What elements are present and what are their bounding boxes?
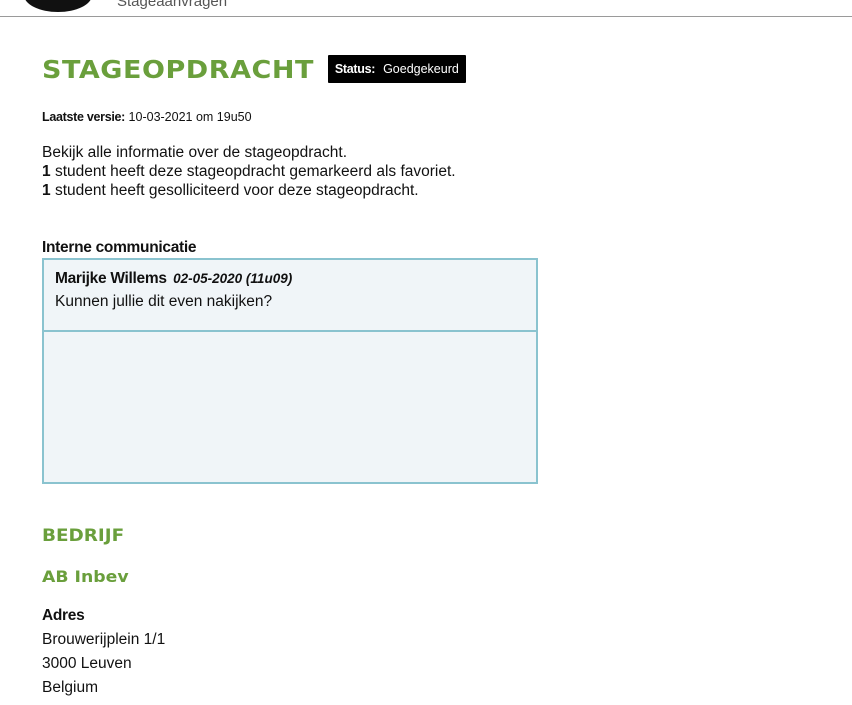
- favorites-line: 1 student heeft deze stageopdracht gemar…: [42, 162, 822, 181]
- company-name: AB Inbev: [42, 567, 129, 586]
- title-row: STAGEOPDRACHT Status: Goedgekeurd: [42, 50, 822, 88]
- top-navigation-bar: Stageaanvragen: [0, 0, 852, 17]
- status-badge: Status: Goedgekeurd: [327, 55, 466, 83]
- page-title: STAGEOPDRACHT: [42, 54, 314, 84]
- favorites-text: student heeft deze stageopdracht gemarke…: [54, 163, 456, 180]
- latest-version-value: 10-03-2021 om 19u50: [128, 110, 252, 124]
- address-line-country: Belgium: [42, 679, 98, 696]
- message-date: 02-05-2020 (11u09): [173, 271, 293, 286]
- internal-communication-heading: Interne communicatie: [42, 239, 197, 256]
- intro-line: Bekijk alle informatie over de stageopdr…: [42, 144, 347, 161]
- message: Marijke Willems 02-05-2020 (11u09) Kunne…: [44, 260, 536, 332]
- favorites-count: 1: [42, 163, 51, 180]
- internal-communication-box: Marijke Willems 02-05-2020 (11u09) Kunne…: [42, 258, 538, 484]
- message-text: Kunnen jullie dit even nakijken?: [55, 293, 273, 310]
- applications-text: student heeft gesolliciteerd voor deze s…: [54, 182, 419, 199]
- main-content: STAGEOPDRACHT Status: Goedgekeurd Laatst…: [42, 50, 822, 700]
- message-author: Marijke Willems: [55, 270, 167, 287]
- company-section-title: BEDRIJF: [42, 526, 125, 546]
- latest-version: Laatste versie: 10-03-2021 om 19u50: [42, 110, 822, 124]
- address: Brouwerijplein 1/1 3000 Leuven Belgium: [42, 628, 822, 700]
- nav-item-stageaanvragen[interactable]: Stageaanvragen: [117, 0, 227, 10]
- status-label: Status:: [334, 62, 376, 76]
- address-label: Adres: [42, 607, 85, 624]
- latest-version-label: Laatste versie:: [42, 110, 126, 124]
- applications-line: 1 student heeft gesolliciteerd voor deze…: [42, 181, 822, 200]
- address-line-city: 3000 Leuven: [42, 655, 132, 672]
- intro-text: Bekijk alle informatie over de stageopdr…: [42, 143, 822, 200]
- logo[interactable]: [24, 0, 92, 12]
- status-value: Goedgekeurd: [383, 62, 459, 76]
- applications-count: 1: [42, 182, 51, 199]
- address-line-street: Brouwerijplein 1/1: [42, 631, 166, 648]
